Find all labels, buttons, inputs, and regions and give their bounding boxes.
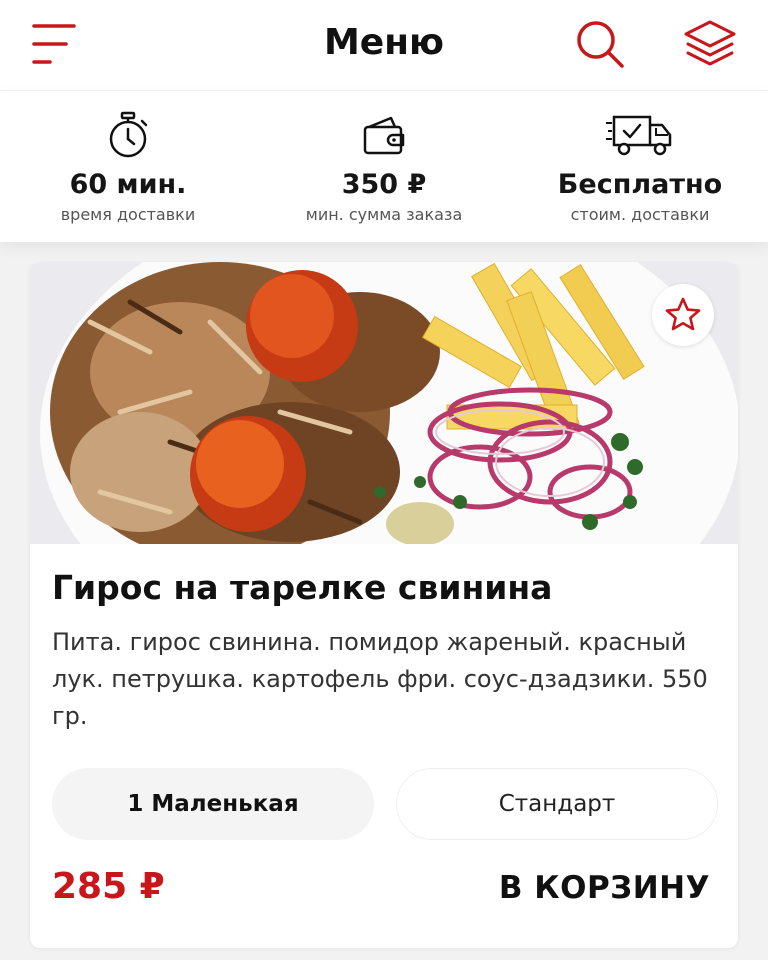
size-option-standard[interactable]: Стандарт	[396, 768, 718, 840]
favorite-button[interactable]	[652, 284, 714, 346]
stopwatch-icon	[0, 111, 256, 159]
product-description: Пита. гирос свинина. помидор жареный. кр…	[52, 628, 708, 730]
delivery-cost-value: Бесплатно	[557, 169, 723, 200]
min-order-value: 350 ₽	[341, 169, 427, 200]
app-header: Меню	[0, 0, 768, 90]
delivery-info-bar: 60 мин. время доставки 350 ₽ мин. сумма …	[0, 90, 768, 242]
product-title: Гирос на тарелке свинина	[52, 568, 553, 607]
delivery-truck-icon	[512, 111, 768, 159]
delivery-cost-info: Бесплатно стоим. доставки	[512, 91, 768, 243]
delivery-time-label: время доставки	[60, 205, 196, 224]
min-order-label: мин. сумма заказа	[305, 205, 463, 224]
delivery-time-value: 60 мин.	[69, 169, 187, 200]
delivery-time-info: 60 мин. время доставки	[0, 91, 256, 243]
layers-icon[interactable]	[682, 18, 738, 70]
add-to-cart-button[interactable]: В КОРЗИНУ	[499, 870, 710, 906]
product-price: 285 ₽	[52, 866, 165, 907]
min-order-info: 350 ₽ мин. сумма заказа	[256, 91, 512, 243]
wallet-icon	[256, 111, 512, 159]
product-card[interactable]: Гирос на тарелке свинина Пита. гирос сви…	[30, 262, 738, 948]
size-option-small[interactable]: 1 Маленькая	[52, 768, 374, 840]
star-outline-icon	[665, 297, 701, 331]
page-title: Меню	[323, 22, 445, 63]
search-icon[interactable]	[574, 18, 626, 70]
gyros-plate-photo[interactable]	[30, 262, 738, 544]
delivery-cost-label: стоим. доставки	[570, 205, 710, 224]
